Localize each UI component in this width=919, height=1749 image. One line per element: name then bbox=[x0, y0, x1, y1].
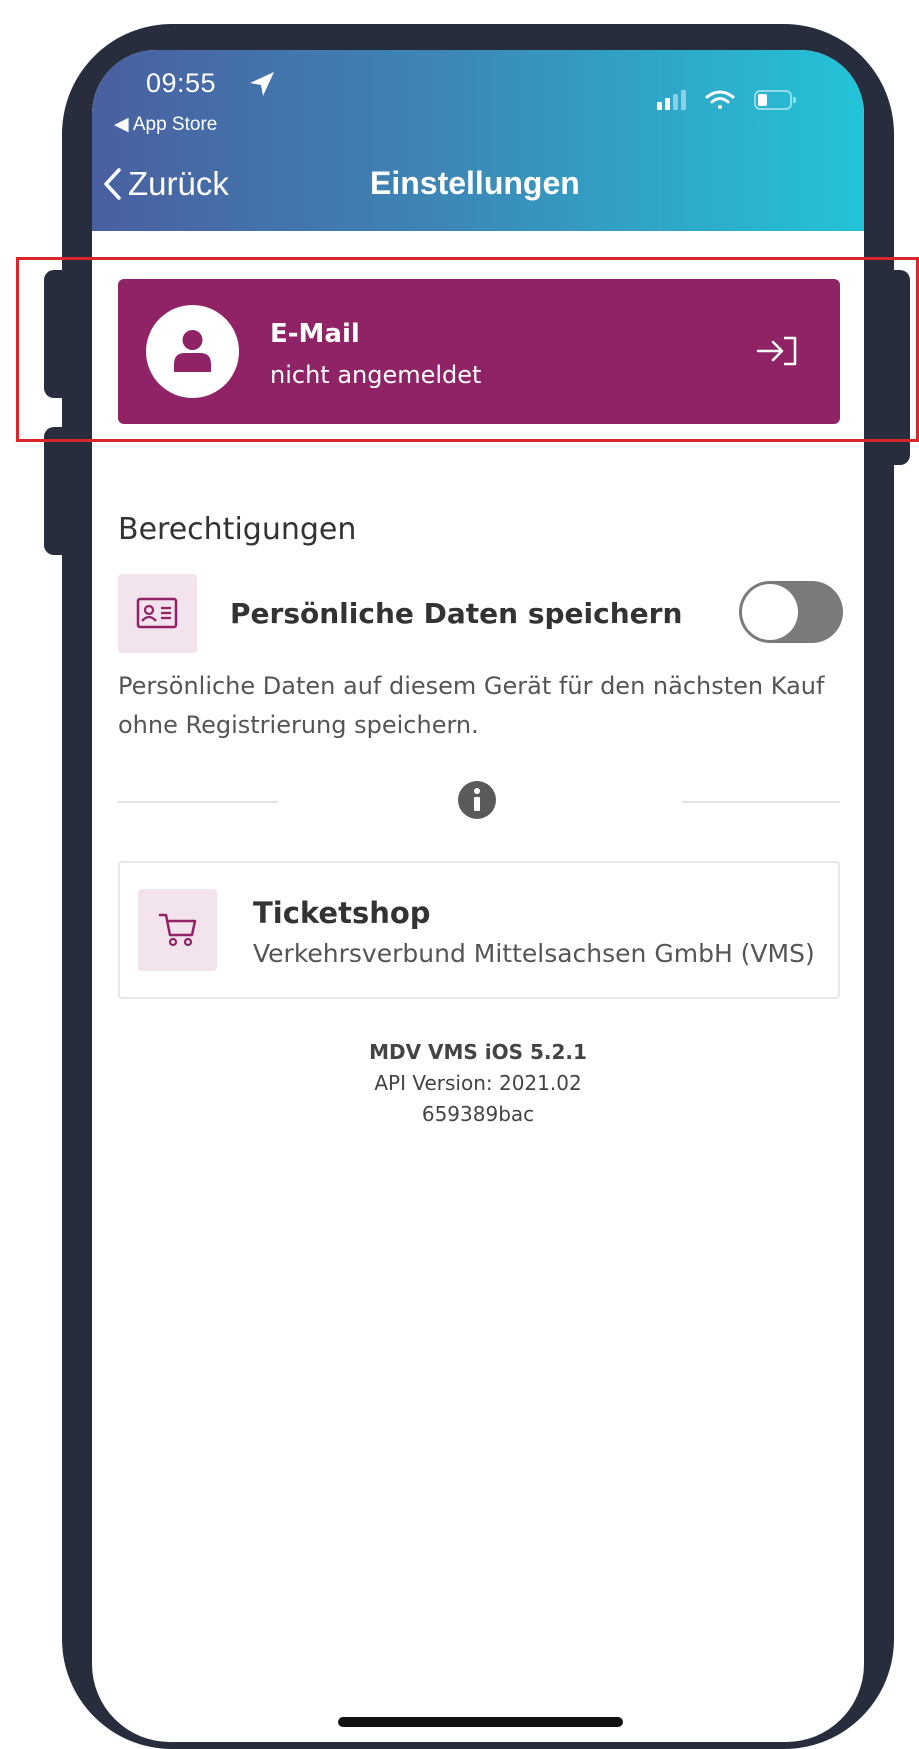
api-version: API Version: 2021.02 bbox=[374, 1071, 582, 1095]
permission-description: Persönliche Daten auf diesem Gerät für d… bbox=[118, 672, 825, 739]
page-title: Einstellungen bbox=[370, 165, 580, 201]
section-title-permissions: Berechtigungen bbox=[118, 512, 357, 547]
build-hash: 659389bac bbox=[421, 1102, 535, 1126]
chevron-left-icon bbox=[104, 168, 121, 200]
app-store-back-link[interactable]: ◀ App Store bbox=[114, 113, 217, 136]
home-indicator[interactable] bbox=[338, 1717, 623, 1727]
divider-right bbox=[682, 801, 840, 803]
ticketshop-title: Ticketshop bbox=[253, 896, 431, 930]
status-icons bbox=[657, 90, 796, 110]
ticketshop-subtitle: Verkehrsverbund Mittelsachsen GmbH (VMS) bbox=[253, 939, 815, 968]
permission-label: Persönliche Daten speichern bbox=[230, 597, 683, 630]
highlight-box bbox=[16, 257, 919, 442]
back-label: Zurück bbox=[128, 165, 229, 202]
wifi-icon bbox=[705, 90, 735, 109]
divider-left bbox=[118, 801, 278, 803]
back-button[interactable]: Zurück bbox=[102, 165, 229, 203]
location-arrow-icon bbox=[250, 72, 274, 96]
signal-icon bbox=[657, 90, 686, 110]
shopping-cart-icon bbox=[158, 913, 197, 947]
id-card-icon bbox=[136, 597, 178, 629]
cart-icon-box bbox=[138, 889, 217, 971]
info-icon[interactable] bbox=[457, 780, 497, 820]
app-version: MDV VMS iOS 5.2.1 bbox=[369, 1040, 587, 1064]
id-card-icon-box bbox=[118, 574, 197, 653]
save-personal-data-toggle[interactable] bbox=[739, 581, 843, 643]
ticketshop-card[interactable]: Ticketshop Verkehrsverbund Mittelsachsen… bbox=[118, 861, 840, 999]
toggle-knob bbox=[742, 584, 798, 640]
battery-icon bbox=[754, 90, 796, 110]
status-time: 09:55 bbox=[146, 68, 217, 98]
header: 09:55 ◀ App Store Zurück Einstellungen bbox=[92, 50, 864, 231]
